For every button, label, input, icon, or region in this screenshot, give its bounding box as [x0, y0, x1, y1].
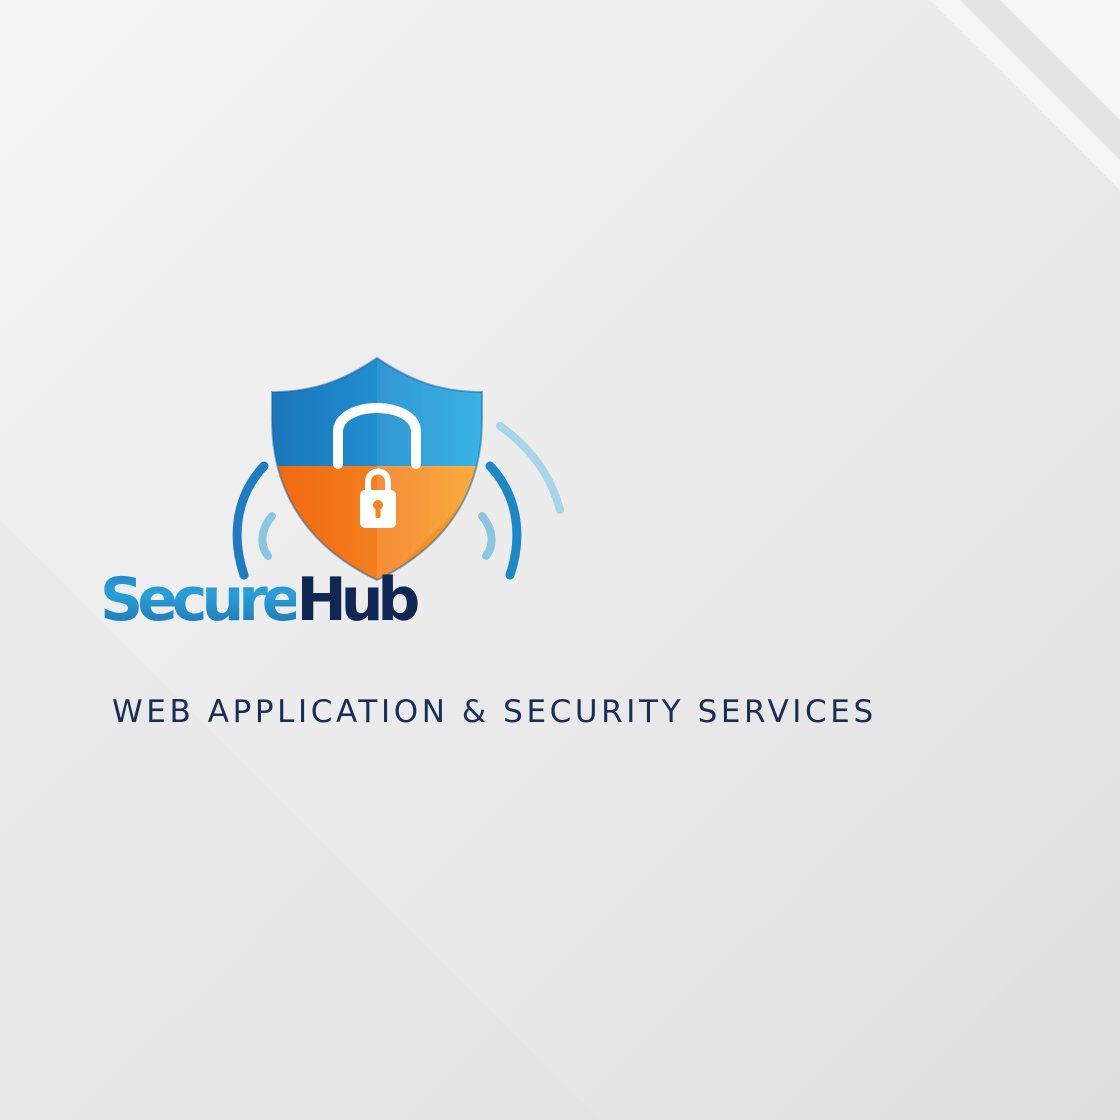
logo-canvas: SecureHub WEB APPLICATION & SECURITY SER…: [0, 0, 1120, 1120]
brand-name-hub: Hub: [296, 565, 420, 635]
brand-name-secure: Secure: [100, 565, 302, 635]
brand-wordmark: SecureHub: [100, 500, 1020, 700]
tagline: WEB APPLICATION & SECURITY SERVICES: [112, 694, 877, 730]
